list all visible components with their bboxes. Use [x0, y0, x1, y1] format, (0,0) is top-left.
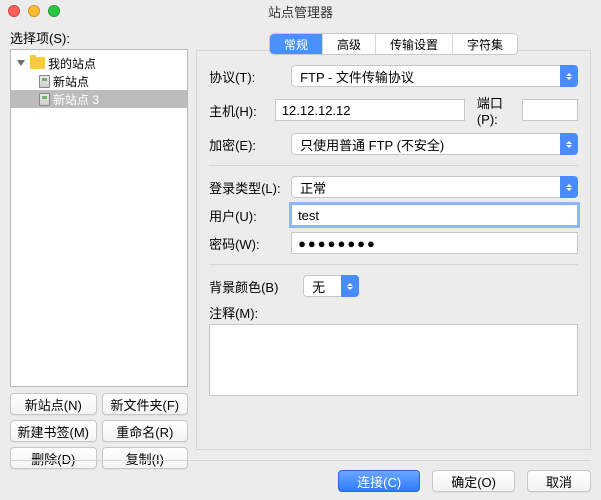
chevron-updown-icon: [341, 275, 359, 297]
tree-item-label: 新站点: [53, 73, 89, 90]
tab-advanced[interactable]: 高级: [323, 34, 376, 54]
user-input[interactable]: [291, 204, 578, 226]
tree-site-item[interactable]: 新站点: [11, 72, 187, 90]
tab-general[interactable]: 常规: [270, 34, 323, 54]
server-icon: [39, 93, 50, 106]
server-icon: [39, 75, 50, 88]
cancel-button[interactable]: 取消: [527, 470, 591, 492]
window-title: 站点管理器: [0, 2, 601, 21]
background-color-select[interactable]: 无: [303, 275, 359, 297]
logon-type-label: 登录类型(L):: [209, 178, 287, 197]
chevron-updown-icon: [560, 65, 578, 87]
chevron-updown-icon: [560, 176, 578, 198]
comment-textarea[interactable]: [209, 324, 578, 396]
rename-button[interactable]: 重命名(R): [102, 420, 189, 442]
ok-button[interactable]: 确定(O): [432, 470, 515, 492]
select-entry-label: 选择项(S):: [10, 28, 188, 47]
host-input[interactable]: [275, 99, 465, 121]
folder-icon: [30, 57, 45, 69]
disclosure-triangle-icon[interactable]: [17, 60, 25, 66]
port-label: 端口(P):: [477, 93, 514, 127]
protocol-value: FTP - 文件传输协议: [291, 65, 578, 87]
new-folder-button[interactable]: 新文件夹(F): [102, 393, 189, 415]
encryption-label: 加密(E):: [209, 135, 287, 154]
tree-root-item[interactable]: 我的站点: [11, 54, 187, 72]
tab-charset[interactable]: 字符集: [453, 34, 517, 54]
protocol-select[interactable]: FTP - 文件传输协议: [291, 65, 578, 87]
chevron-updown-icon: [560, 133, 578, 155]
tree-item-label: 新站点 3: [53, 91, 99, 108]
divider: [209, 264, 578, 265]
encryption-value: 只使用普通 FTP (不安全): [291, 133, 578, 155]
dialog-button-bar: 连接(C) 确定(O) 取消: [0, 460, 591, 492]
tab-transfer[interactable]: 传输设置: [376, 34, 453, 54]
protocol-label: 协议(T):: [209, 67, 287, 86]
connect-button[interactable]: 连接(C): [338, 470, 420, 492]
port-input[interactable]: [522, 99, 578, 121]
host-label: 主机(H):: [209, 101, 271, 120]
tree-site-item[interactable]: 新站点 3: [11, 90, 187, 108]
new-bookmark-button[interactable]: 新建书签(M): [10, 420, 97, 442]
encryption-select[interactable]: 只使用普通 FTP (不安全): [291, 133, 578, 155]
comment-label: 注释(M):: [209, 303, 287, 322]
password-label: 密码(W):: [209, 234, 287, 253]
logon-type-select[interactable]: 正常: [291, 176, 578, 198]
window-titlebar: 站点管理器: [0, 0, 601, 22]
background-color-label: 背景颜色(B): [209, 277, 299, 296]
tree-root-label: 我的站点: [48, 55, 96, 72]
user-label: 用户(U):: [209, 206, 287, 225]
new-site-button[interactable]: 新站点(N): [10, 393, 97, 415]
settings-panel: 协议(T): FTP - 文件传输协议 主机(H): 端口(P): 加密(E):…: [196, 50, 591, 450]
site-tree[interactable]: 我的站点 新站点 新站点 3: [10, 49, 188, 387]
tab-bar: 常规 高级 传输设置 字符集: [196, 34, 591, 54]
logon-type-value: 正常: [291, 176, 578, 198]
divider: [209, 165, 578, 166]
password-input[interactable]: ●●●●●●●●: [291, 232, 578, 254]
